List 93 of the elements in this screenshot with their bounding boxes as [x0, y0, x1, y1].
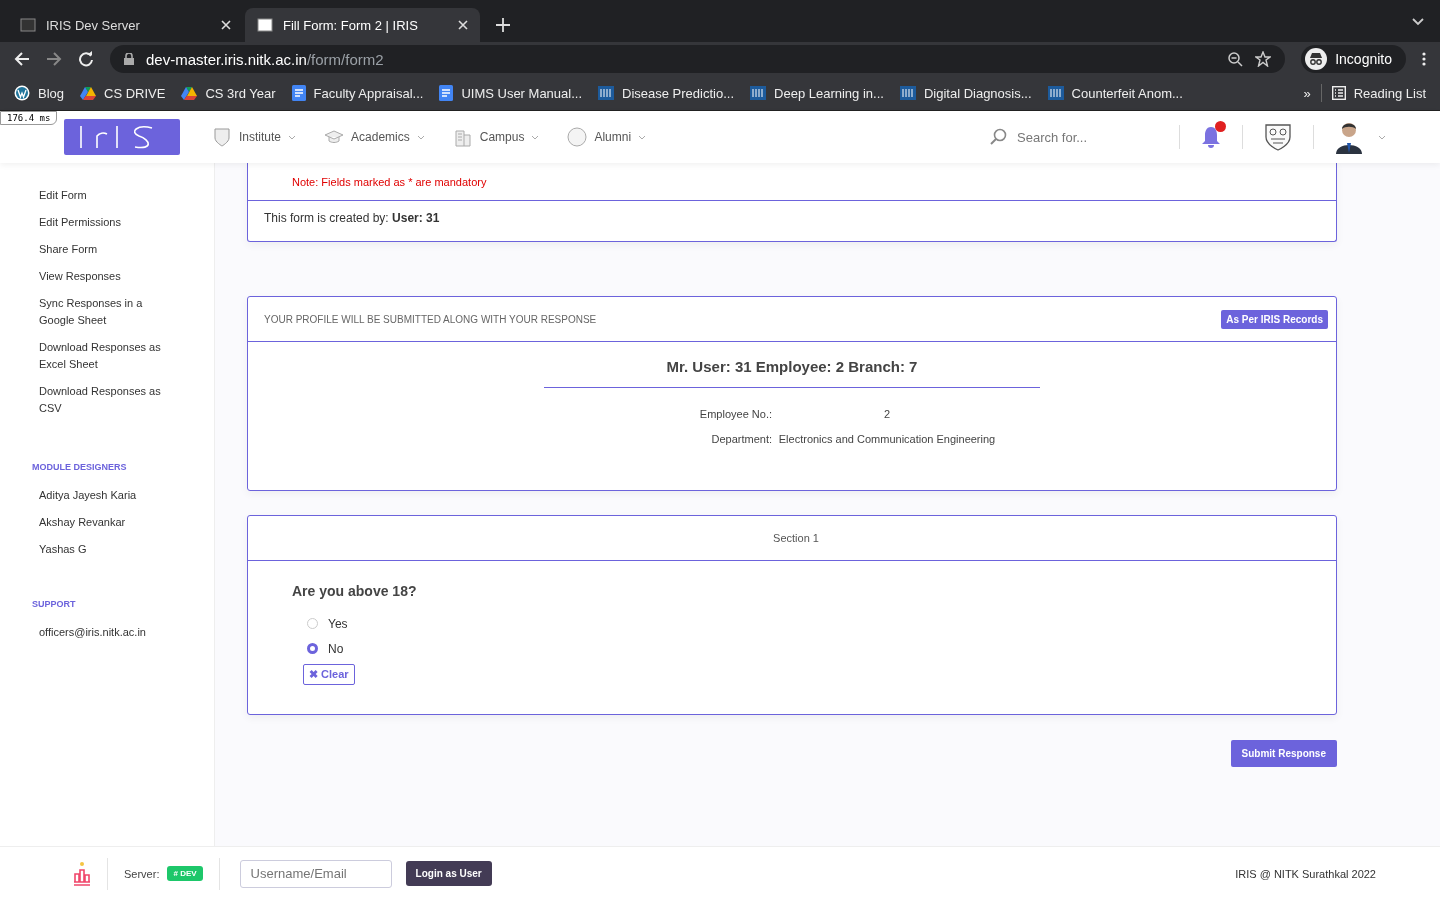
bookmark[interactable]: CS 3rd Year — [175, 85, 282, 101]
field-value: Electronics and Communication Engineering — [777, 433, 997, 445]
browser-tab[interactable]: IRIS Dev Server — [8, 8, 243, 42]
nav-icon — [452, 127, 473, 147]
search-icon — [989, 128, 1007, 146]
clear-button[interactable]: ✖ Clear — [303, 664, 355, 685]
sidebar-link[interactable]: Download Responses as Excel Sheet — [32, 334, 214, 378]
bookmark[interactable]: CS DRIVE — [74, 85, 172, 101]
mandatory-note: Note: Fields marked as * are mandatory — [248, 163, 1336, 201]
nav-icon — [212, 127, 232, 147]
back-icon[interactable] — [14, 51, 30, 67]
caret-icon — [638, 134, 647, 140]
card-heading: YOUR PROFILE WILL BE SUBMITTED ALONG WITH YOUR RESPONSE — [264, 313, 597, 325]
bookmark[interactable]: Counterfeit Anom... — [1041, 85, 1189, 101]
section-title: Section 1 — [773, 532, 819, 544]
sidebar-link[interactable]: View Responses — [32, 263, 214, 290]
page-icon — [20, 17, 36, 33]
sidebar-link[interactable]: Sync Responses in a Google Sheet — [32, 290, 214, 334]
chevron-icon[interactable] — [1412, 18, 1424, 26]
sidebar-link[interactable]: Download Responses as CSV — [32, 378, 214, 422]
incognito-icon — [1305, 48, 1328, 70]
nav-menu[interactable]: Alumni — [567, 127, 647, 147]
document-icon — [439, 85, 454, 101]
field-label: Employee No.: — [698, 408, 772, 420]
username-field[interactable]: Username/Email — [239, 859, 392, 888]
bookmark[interactable]: Blog — [8, 85, 71, 101]
radio-option[interactable]: No — [307, 636, 344, 661]
login-button[interactable]: Login as User — [405, 861, 492, 886]
list-icon — [1331, 86, 1346, 100]
sidebar-link[interactable]: officers@iris.nitk.ac.in — [32, 619, 214, 646]
ieee-icon — [899, 86, 916, 100]
ieee-icon — [598, 86, 615, 100]
wordpress-icon — [14, 85, 30, 101]
ieee-icon — [1047, 86, 1064, 100]
copyright-text: IRIS @ NITK Surathkal 2022 — [1235, 867, 1376, 880]
question-text: Are you above 18? — [292, 583, 417, 599]
iris-logo[interactable] — [64, 119, 180, 155]
section-heading: MODULE DESIGNERS — [32, 462, 128, 472]
server-label: Server: — [124, 867, 160, 880]
browser-tab[interactable]: Fill Form: Form 2 | IRIS — [245, 8, 480, 42]
caret-icon — [1378, 134, 1386, 140]
nav-menu[interactable]: Institute — [212, 127, 297, 147]
section-heading: SUPPORT — [32, 599, 77, 609]
new-tab-icon[interactable] — [496, 18, 510, 32]
created-by-text: This form is created by: User: 31 — [263, 210, 441, 227]
sidebar-link[interactable]: Edit Permissions — [32, 209, 214, 236]
nav-icon — [567, 127, 588, 147]
drive-icon — [181, 86, 198, 100]
caret-icon — [288, 134, 297, 140]
crest-icon — [1263, 122, 1293, 152]
user-menu[interactable] — [1334, 120, 1386, 154]
bookmark[interactable]: Deep Learning in... — [744, 85, 890, 101]
nav-menu[interactable]: Academics — [324, 127, 425, 147]
address-bar[interactable]: dev-master.iris.nitk.ac.in/form/form2 — [110, 45, 1286, 73]
bookmark[interactable]: Digital Diagnosis... — [893, 85, 1038, 101]
field-value: 2 — [882, 408, 892, 420]
page-icon — [257, 17, 273, 33]
profile-button[interactable]: Incognito — [1301, 45, 1406, 73]
sidebar-link[interactable]: Yashas G — [32, 536, 214, 563]
submit-button[interactable]: Submit Response — [1230, 740, 1337, 767]
drive-icon — [80, 86, 97, 100]
bell-icon — [1200, 125, 1222, 149]
avatar-icon — [1334, 120, 1364, 154]
star-icon[interactable] — [1255, 51, 1272, 67]
more-bookmarks[interactable]: » — [1297, 85, 1317, 101]
zoom-icon[interactable] — [1228, 51, 1244, 67]
profile-name: Mr. User: 31 Employee: 2 Branch: 7 — [666, 358, 918, 375]
forward-icon[interactable] — [46, 51, 62, 67]
chart-icon — [73, 861, 91, 886]
more-icon[interactable] — [1422, 52, 1426, 66]
reload-icon[interactable] — [78, 51, 94, 67]
close-icon[interactable] — [458, 20, 468, 30]
caret-icon — [531, 134, 540, 140]
sidebar-link[interactable]: Share Form — [32, 236, 214, 263]
lock-icon — [124, 53, 134, 65]
timing-badge: 176.4 ms — [0, 111, 58, 125]
ieee-icon — [750, 86, 767, 100]
radio-button[interactable] — [307, 643, 318, 654]
server-tag: # DEV — [167, 866, 203, 881]
field-label: Department: — [710, 433, 772, 445]
radio-option[interactable]: Yes — [307, 611, 348, 636]
records-badge: As Per IRIS Records — [1221, 309, 1328, 329]
reading-list-button[interactable]: Reading List — [1325, 85, 1432, 101]
bookmark[interactable]: UIMS User Manual... — [433, 85, 589, 101]
sidebar-link[interactable]: Edit Form — [32, 182, 214, 209]
caret-icon — [416, 134, 425, 140]
bookmark[interactable]: Disease Predictio... — [592, 85, 741, 101]
nav-menu[interactable]: Campus — [452, 127, 540, 147]
sidebar-link[interactable]: Aditya Jayesh Karia — [32, 482, 214, 509]
close-icon[interactable] — [221, 20, 231, 30]
bookmark[interactable]: Faculty Appraisal... — [285, 85, 430, 101]
document-icon — [291, 85, 306, 101]
sidebar-link[interactable]: Akshay Revankar — [32, 509, 214, 536]
